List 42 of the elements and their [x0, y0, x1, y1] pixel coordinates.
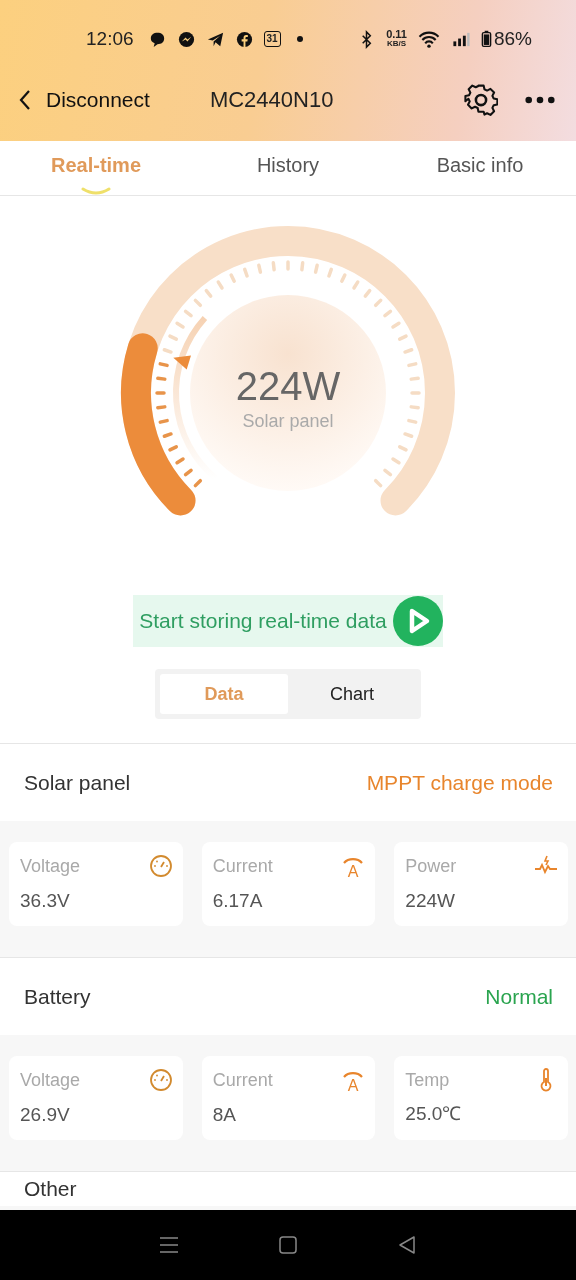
section-title: Battery: [24, 984, 91, 1009]
metric-value: 6.17A: [212, 890, 264, 912]
gauge-icon: [148, 1068, 173, 1092]
calendar-icon: 31: [263, 31, 281, 47]
back-button[interactable]: Disconnect: [18, 88, 150, 112]
gauge-label: Solar panel: [242, 411, 334, 432]
battery-percent: 86%: [493, 28, 532, 50]
metric-label: Power: [405, 855, 457, 877]
social-icon: [234, 29, 254, 49]
network-speed: 0.11: [386, 30, 407, 39]
metric-label: Current: [212, 1069, 273, 1091]
messenger-icon: [176, 29, 196, 49]
device-title: MC2440N10: [209, 87, 335, 113]
battery-icon: [480, 28, 492, 50]
metric-value: 224W: [405, 890, 456, 912]
metric-label: Current: [212, 855, 273, 877]
back-chevron-icon: [18, 88, 32, 112]
gauge-icon: [148, 854, 173, 878]
metric-label: Temp: [405, 1069, 450, 1091]
network-speed-unit: KB/S: [387, 39, 407, 48]
section-status: Normal: [485, 984, 553, 1009]
wifi-icon: [416, 29, 441, 49]
tab-indicator: [81, 187, 111, 195]
metric-value: 26.9V: [20, 1104, 71, 1126]
back-label[interactable]: Disconnect: [46, 88, 150, 112]
section-title: Solar panel: [24, 770, 131, 795]
metric-value: 8A: [212, 1104, 237, 1126]
metric-label: Voltage: [20, 855, 81, 877]
metric-label: Voltage: [20, 1069, 81, 1091]
toggle-option[interactable]: Chart: [288, 674, 416, 714]
metric-value: 25.0℃: [405, 1102, 463, 1126]
gauge-value: 224W: [235, 364, 341, 409]
home-icon[interactable]: [276, 1233, 300, 1257]
section-status: MPPT charge mode: [366, 770, 553, 795]
notification-dot: [296, 36, 303, 42]
clock: 12:06: [86, 28, 134, 50]
section-title: Other: [24, 1177, 77, 1201]
more-icon[interactable]: [524, 95, 556, 105]
tab[interactable]: History: [192, 141, 384, 195]
metric-value: 36.3V: [20, 890, 71, 912]
tab[interactable]: Basic info: [384, 141, 576, 195]
settings-icon[interactable]: [464, 83, 498, 117]
